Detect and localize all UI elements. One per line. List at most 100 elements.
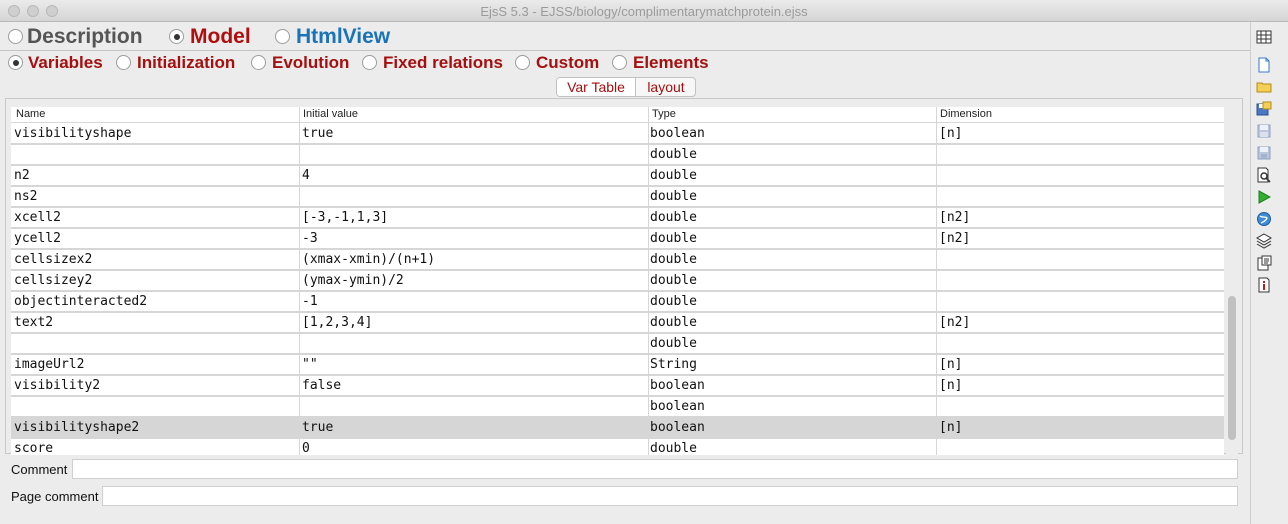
clipboard-icon[interactable] bbox=[1256, 255, 1272, 271]
cell-type[interactable]: double bbox=[650, 294, 697, 309]
cell-initial-value[interactable]: false bbox=[302, 378, 341, 393]
tab-variables[interactable]: Variables bbox=[28, 53, 103, 73]
run-icon[interactable] bbox=[1256, 189, 1272, 205]
table-icon[interactable] bbox=[1256, 29, 1272, 45]
cell-name[interactable]: visibilityshape2 bbox=[14, 420, 139, 435]
cell-type[interactable]: boolean bbox=[650, 126, 705, 141]
web-globe-icon[interactable] bbox=[1256, 211, 1272, 227]
table-row[interactable]: text2 [1,2,3,4] double [n2] bbox=[11, 313, 1224, 334]
column-header-dimension[interactable]: Dimension bbox=[940, 108, 992, 120]
page-comment-field[interactable] bbox=[102, 486, 1238, 506]
table-row[interactable]: double bbox=[11, 334, 1224, 355]
tab-model[interactable]: Model bbox=[190, 24, 251, 50]
cell-initial-value[interactable]: [1,2,3,4] bbox=[302, 315, 372, 330]
cell-name[interactable]: score bbox=[14, 441, 53, 455]
table-row[interactable]: imageUrl2 "" String [n] bbox=[11, 355, 1224, 376]
cell-type[interactable]: double bbox=[650, 441, 697, 455]
tab-fixed-relations[interactable]: Fixed relations bbox=[383, 53, 503, 73]
cell-name[interactable]: objectinteracted2 bbox=[14, 294, 147, 309]
cell-initial-value[interactable]: 4 bbox=[302, 168, 310, 183]
cell-initial-value[interactable]: "" bbox=[302, 357, 318, 372]
info-icon[interactable] bbox=[1256, 277, 1272, 293]
cell-type[interactable]: boolean bbox=[650, 420, 705, 435]
model-radio[interactable] bbox=[169, 29, 184, 44]
custom-radio[interactable] bbox=[515, 55, 530, 70]
table-scrollbar-thumb[interactable] bbox=[1228, 296, 1236, 440]
cell-type[interactable]: double bbox=[650, 336, 697, 351]
table-row[interactable]: ns2 double bbox=[11, 187, 1224, 208]
tab-description[interactable]: Description bbox=[27, 24, 143, 50]
cell-dimension[interactable]: [n] bbox=[939, 126, 962, 141]
layers-icon[interactable] bbox=[1256, 233, 1272, 249]
save-icon[interactable] bbox=[1256, 101, 1272, 117]
cell-initial-value[interactable]: -3 bbox=[302, 231, 318, 246]
cell-type[interactable]: double bbox=[650, 168, 697, 183]
cell-type[interactable]: double bbox=[650, 210, 697, 225]
description-radio[interactable] bbox=[8, 29, 23, 44]
cell-type[interactable]: double bbox=[650, 252, 697, 267]
cell-dimension[interactable]: [n2] bbox=[939, 231, 970, 246]
cell-type[interactable]: String bbox=[650, 357, 697, 372]
search-document-icon[interactable] bbox=[1256, 167, 1272, 183]
var-table-toggle[interactable]: Var Table bbox=[557, 78, 635, 96]
cell-type[interactable]: double bbox=[650, 147, 697, 162]
cell-name[interactable]: visibilityshape bbox=[14, 126, 131, 141]
cell-initial-value[interactable]: [-3,-1,1,3] bbox=[302, 210, 388, 225]
cell-name[interactable]: cellsizex2 bbox=[14, 252, 92, 267]
column-header-name[interactable]: Name bbox=[16, 108, 45, 120]
table-row[interactable]: xcell2 [-3,-1,1,3] double [n2] bbox=[11, 208, 1224, 229]
tab-initialization[interactable]: Initialization bbox=[137, 53, 235, 73]
table-row[interactable]: cellsizex2 (xmax-xmin)/(n+1) double bbox=[11, 250, 1224, 271]
table-row[interactable]: double bbox=[11, 145, 1224, 166]
cell-name[interactable]: cellsizey2 bbox=[14, 273, 92, 288]
cell-initial-value[interactable]: true bbox=[302, 126, 333, 141]
tab-custom[interactable]: Custom bbox=[536, 53, 599, 73]
cell-initial-value[interactable]: (ymax-ymin)/2 bbox=[302, 273, 404, 288]
table-row[interactable]: boolean bbox=[11, 397, 1224, 418]
column-header-type[interactable]: Type bbox=[652, 108, 676, 120]
cell-name[interactable]: imageUrl2 bbox=[14, 357, 84, 372]
cell-dimension[interactable]: [n] bbox=[939, 420, 962, 435]
save-disabled-icon[interactable] bbox=[1256, 123, 1272, 139]
htmlview-radio[interactable] bbox=[275, 29, 290, 44]
column-header-initial-value[interactable]: Initial value bbox=[303, 108, 358, 120]
table-row[interactable]: ycell2 -3 double [n2] bbox=[11, 229, 1224, 250]
save-as-icon[interactable] bbox=[1256, 145, 1272, 161]
cell-initial-value[interactable]: true bbox=[302, 420, 333, 435]
table-row[interactable]: visibilityshape true boolean [n] bbox=[11, 124, 1224, 145]
cell-type[interactable]: double bbox=[650, 273, 697, 288]
initialization-radio[interactable] bbox=[116, 55, 131, 70]
cell-type[interactable]: boolean bbox=[650, 378, 705, 393]
tab-elements[interactable]: Elements bbox=[633, 53, 709, 73]
table-row[interactable]: visibilityshape2 true boolean [n] bbox=[11, 418, 1224, 439]
cell-type[interactable]: double bbox=[650, 231, 697, 246]
cell-initial-value[interactable]: (xmax-xmin)/(n+1) bbox=[302, 252, 435, 267]
cell-dimension[interactable]: [n2] bbox=[939, 210, 970, 225]
cell-type[interactable]: double bbox=[650, 189, 697, 204]
table-row[interactable]: visibility2 false boolean [n] bbox=[11, 376, 1224, 397]
fixed-relations-radio[interactable] bbox=[362, 55, 377, 70]
cell-name[interactable]: n2 bbox=[14, 168, 30, 183]
cell-name[interactable]: visibility2 bbox=[14, 378, 100, 393]
table-row[interactable]: cellsizey2 (ymax-ymin)/2 double bbox=[11, 271, 1224, 292]
comment-field[interactable] bbox=[72, 459, 1238, 479]
open-folder-icon[interactable] bbox=[1256, 79, 1272, 95]
layout-toggle[interactable]: layout bbox=[636, 78, 695, 96]
elements-radio[interactable] bbox=[612, 55, 627, 70]
cell-dimension[interactable]: [n2] bbox=[939, 315, 970, 330]
new-file-icon[interactable] bbox=[1256, 57, 1272, 73]
cell-name[interactable]: ns2 bbox=[14, 189, 37, 204]
cell-type[interactable]: double bbox=[650, 315, 697, 330]
table-row[interactable]: objectinteracted2 -1 double bbox=[11, 292, 1224, 313]
cell-name[interactable]: text2 bbox=[14, 315, 53, 330]
cell-dimension[interactable]: [n] bbox=[939, 357, 962, 372]
cell-type[interactable]: boolean bbox=[650, 399, 705, 414]
cell-initial-value[interactable]: 0 bbox=[302, 441, 310, 455]
cell-name[interactable]: xcell2 bbox=[14, 210, 61, 225]
tab-htmlview[interactable]: HtmlView bbox=[296, 24, 390, 50]
cell-name[interactable]: ycell2 bbox=[14, 231, 61, 246]
table-row[interactable]: score 0 double bbox=[11, 439, 1224, 455]
table-row[interactable]: n2 4 double bbox=[11, 166, 1224, 187]
cell-dimension[interactable]: [n] bbox=[939, 378, 962, 393]
cell-initial-value[interactable]: -1 bbox=[302, 294, 318, 309]
